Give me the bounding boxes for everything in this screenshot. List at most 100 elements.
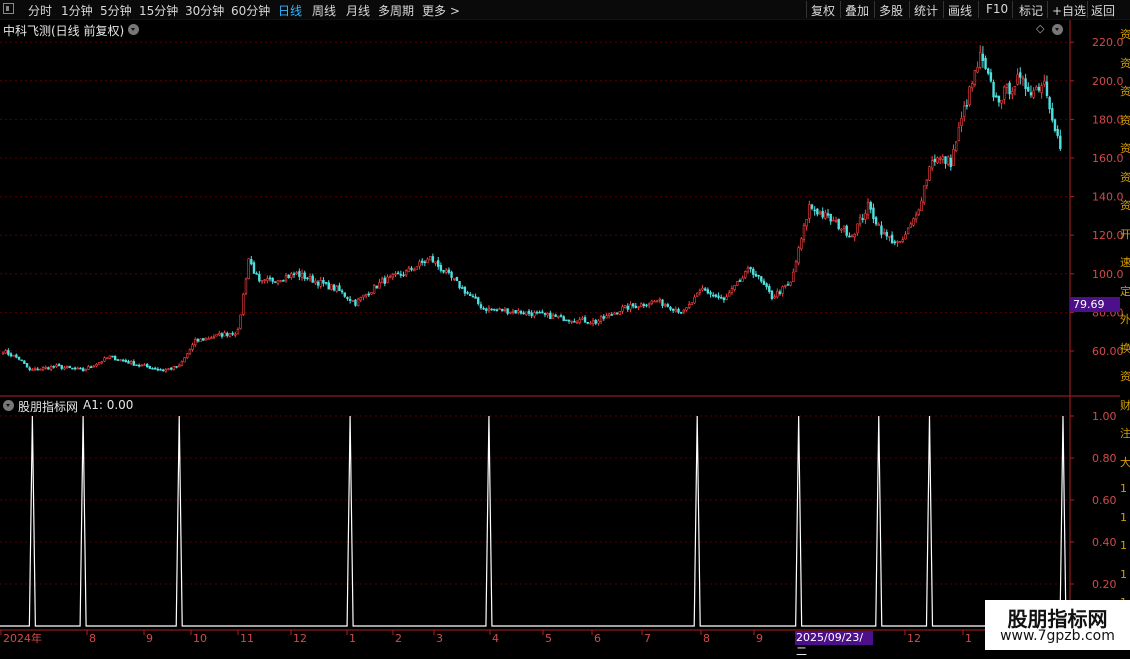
settings-dropdown-icon[interactable] bbox=[1052, 24, 1063, 35]
candle-body bbox=[338, 285, 341, 292]
stock-title: 中科飞测(日线 前复权) bbox=[3, 24, 125, 38]
candle-body bbox=[885, 231, 888, 237]
candle-body bbox=[116, 359, 120, 361]
candle-body bbox=[1003, 86, 1006, 100]
diamond-icon[interactable]: ◇ bbox=[1036, 22, 1044, 35]
candle-body bbox=[824, 212, 827, 219]
price-tick-label: 180.0 bbox=[1092, 113, 1124, 126]
candle-body bbox=[543, 312, 547, 315]
candle-body bbox=[1043, 80, 1046, 85]
candle-body bbox=[658, 298, 662, 301]
candle-body bbox=[428, 256, 432, 261]
price-tick-label: 140.0 bbox=[1092, 191, 1124, 204]
candle-body bbox=[995, 95, 998, 98]
candle-body bbox=[220, 333, 224, 337]
candle-body bbox=[437, 260, 440, 267]
candle-body bbox=[44, 366, 47, 369]
candle-body bbox=[388, 275, 392, 278]
candle-body bbox=[183, 357, 186, 363]
candle-body bbox=[151, 367, 154, 370]
kline-chart[interactable]: 220.0200.0180.0160.0140.0120.0100.080.00… bbox=[0, 0, 1130, 650]
date-tick-label: 2024年 bbox=[3, 631, 42, 645]
candle-body bbox=[194, 339, 197, 346]
candle-body bbox=[514, 310, 517, 314]
candle-body bbox=[538, 311, 541, 314]
candle-body bbox=[490, 308, 493, 311]
candle-body bbox=[503, 308, 507, 311]
candle-body bbox=[709, 292, 712, 295]
candle-body bbox=[714, 294, 718, 297]
side-panel-strip[interactable]: 资资资资资资资开速定外换资财注大11111 bbox=[1120, 20, 1130, 630]
candle-body bbox=[458, 281, 461, 289]
candle-body bbox=[976, 67, 979, 73]
candle-body bbox=[63, 367, 66, 370]
candle-body bbox=[191, 344, 194, 350]
candle-body bbox=[284, 275, 288, 281]
candle-body bbox=[776, 290, 779, 298]
price-tick-label: 60.00 bbox=[1092, 345, 1124, 358]
side-panel-char: 速 bbox=[1120, 256, 1130, 269]
candle-body bbox=[981, 53, 985, 61]
candle-body bbox=[49, 366, 53, 370]
candle-body bbox=[188, 349, 192, 355]
candle-body bbox=[343, 292, 346, 297]
candle-body bbox=[89, 366, 93, 369]
candle-body bbox=[853, 234, 856, 238]
candle-body bbox=[650, 300, 654, 304]
candle-body bbox=[423, 261, 427, 264]
candle-body bbox=[127, 360, 130, 364]
side-panel-char: 定 bbox=[1120, 284, 1130, 298]
candle-body bbox=[1059, 135, 1062, 150]
candle-body bbox=[591, 320, 595, 325]
candle-body bbox=[856, 223, 859, 234]
indicator-dropdown-icon[interactable] bbox=[3, 400, 14, 411]
candle-body bbox=[720, 297, 723, 299]
candle-body bbox=[255, 273, 258, 275]
candle-body bbox=[180, 361, 184, 366]
candle-body bbox=[450, 271, 453, 278]
candle-body bbox=[938, 157, 942, 160]
candle-body bbox=[519, 311, 523, 314]
date-tick-label: 5 bbox=[545, 632, 552, 645]
candle-body bbox=[954, 141, 958, 152]
candle-body bbox=[340, 290, 344, 293]
candle-body bbox=[25, 363, 29, 368]
candle-body bbox=[407, 267, 411, 273]
candle-body bbox=[461, 287, 464, 289]
candle-body bbox=[1013, 86, 1017, 91]
candle-body bbox=[479, 304, 483, 309]
candle-body bbox=[733, 285, 736, 290]
candle-body bbox=[97, 362, 101, 365]
candle-body bbox=[73, 367, 77, 370]
candle-body bbox=[132, 361, 136, 366]
candle-body bbox=[9, 353, 13, 357]
candle-body bbox=[693, 296, 696, 304]
side-panel-char: 1 bbox=[1120, 510, 1127, 524]
candle-body bbox=[773, 296, 776, 299]
candle-body bbox=[698, 290, 702, 293]
candle-body bbox=[231, 332, 234, 335]
candle-body bbox=[866, 201, 870, 216]
candle-body bbox=[655, 300, 659, 303]
candle-body bbox=[311, 275, 314, 283]
candle-body bbox=[129, 361, 133, 364]
candle-body bbox=[559, 315, 563, 317]
date-tick-label: 12 bbox=[293, 632, 307, 645]
candle-body bbox=[901, 239, 904, 242]
candle-body bbox=[701, 287, 704, 291]
title-dropdown-icon[interactable] bbox=[128, 24, 139, 35]
candle-body bbox=[848, 235, 851, 238]
candle-body bbox=[1024, 78, 1027, 89]
candle-body bbox=[736, 280, 739, 286]
candle-body bbox=[7, 350, 10, 355]
candle-body bbox=[327, 282, 330, 290]
side-panel-char: 资 bbox=[1120, 370, 1130, 383]
candle-body bbox=[872, 207, 875, 220]
candle-body bbox=[984, 57, 987, 69]
candle-body bbox=[631, 303, 635, 307]
candle-body bbox=[356, 298, 360, 306]
date-tick-label: 8 bbox=[89, 632, 96, 645]
candle-body bbox=[810, 204, 814, 209]
candle-body bbox=[1056, 128, 1059, 136]
candle-body bbox=[463, 286, 467, 294]
